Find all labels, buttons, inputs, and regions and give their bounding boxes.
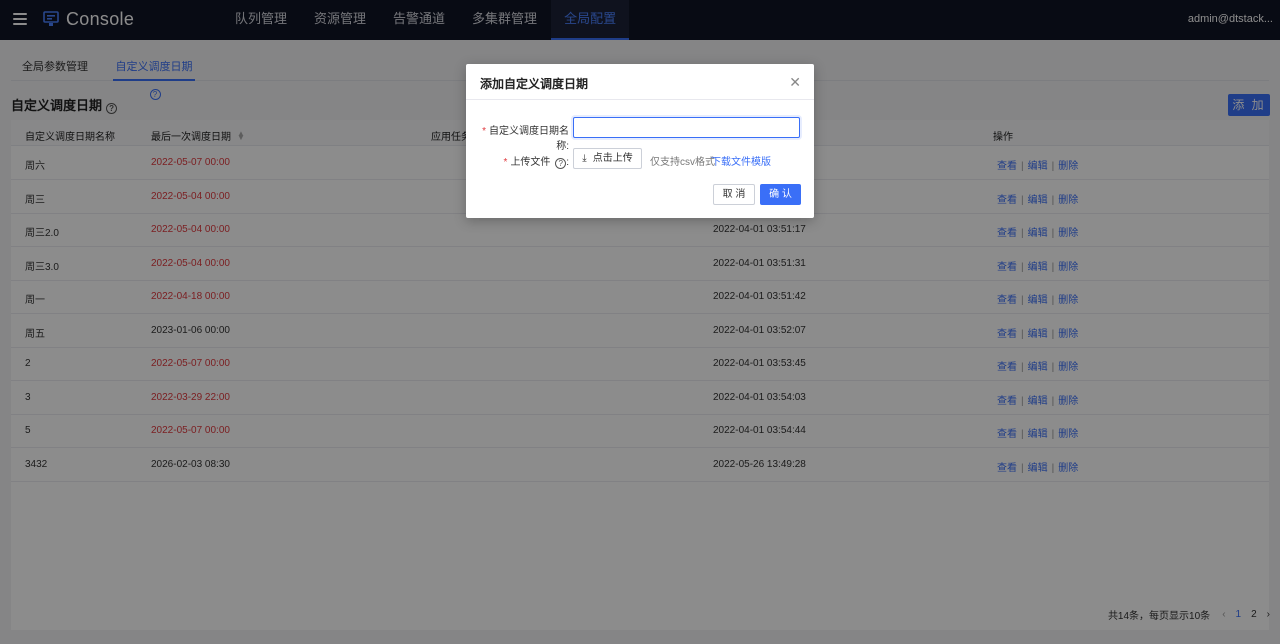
file-field-label-text: 上传文件 [510, 157, 551, 168]
help-icon[interactable]: ? [555, 158, 567, 169]
upload-icon: ⤓ [582, 153, 587, 164]
upload-button-label: 点击上传 [592, 153, 633, 164]
name-field-label-text: 自定义调度日期名称: [489, 126, 569, 152]
confirm-button[interactable]: 确 认 [760, 184, 801, 205]
add-date-dialog: 添加自定义调度日期 ✕ * 自定义调度日期名称: * 上传文件 ?: ⤓ 点击上传 仅… [466, 64, 814, 218]
cancel-button[interactable]: 取 消 [713, 184, 755, 205]
dialog-header: 添加自定义调度日期 ✕ [466, 64, 814, 100]
upload-hint: 仅支持csv格式 [650, 157, 715, 168]
name-field-label: * 自定义调度日期名称: [480, 122, 569, 152]
upload-button[interactable]: ⤓ 点击上传 [573, 148, 642, 169]
file-field-label-colon: : [566, 157, 569, 168]
date-name-input[interactable] [573, 117, 800, 138]
download-template-link[interactable]: 下载文件模版 [711, 153, 771, 168]
file-field-label: * 上传文件 ?: [480, 153, 569, 169]
required-mark: * [482, 126, 486, 137]
close-icon[interactable]: ✕ [789, 74, 801, 91]
dialog-title: 添加自定义调度日期 [480, 77, 589, 91]
required-mark: * [503, 157, 508, 168]
